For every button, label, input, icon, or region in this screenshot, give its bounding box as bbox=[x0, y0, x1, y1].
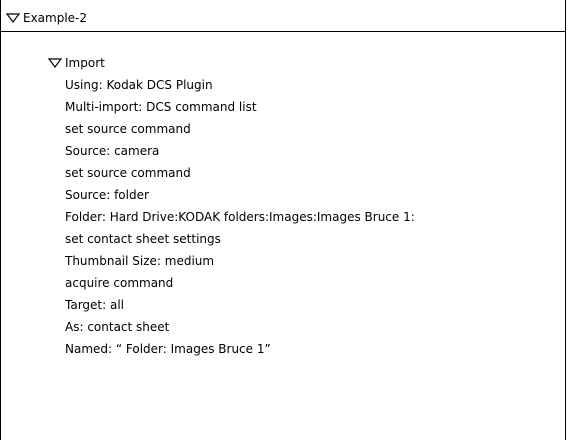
step-label: acquire command bbox=[65, 276, 174, 290]
action-row[interactable]: Import bbox=[1, 52, 565, 74]
action-label: Import bbox=[65, 56, 105, 70]
action-step[interactable]: Source: folder bbox=[1, 184, 565, 206]
step-label: Thumbnail Size: medium bbox=[65, 254, 215, 268]
step-label: Folder: Hard Drive:KODAK folders:Images:… bbox=[65, 210, 415, 224]
step-label: set source command bbox=[65, 166, 191, 180]
step-label: Target: all bbox=[65, 298, 125, 312]
action-step[interactable]: Folder: Hard Drive:KODAK folders:Images:… bbox=[1, 206, 565, 228]
action-step[interactable]: Target: all bbox=[1, 294, 565, 316]
action-step[interactable]: set source command bbox=[1, 118, 565, 140]
action-step[interactable]: set contact sheet settings bbox=[1, 228, 565, 250]
step-label: set contact sheet settings bbox=[65, 232, 221, 246]
disclosure-triangle-icon[interactable] bbox=[48, 58, 62, 68]
action-set-label: Example-2 bbox=[23, 11, 88, 25]
action-step[interactable]: set source command bbox=[1, 162, 565, 184]
action-step[interactable]: acquire command bbox=[1, 272, 565, 294]
step-label: Named: “ Folder: Images Bruce 1” bbox=[65, 342, 271, 356]
action-step[interactable]: Multi-import: DCS command list bbox=[1, 96, 565, 118]
step-label: Source: folder bbox=[65, 188, 149, 202]
actions-panel: Example-2 Import Using: Kodak DCS Plugin… bbox=[0, 0, 566, 440]
step-label: set source command bbox=[65, 122, 191, 136]
action-step[interactable]: As: contact sheet bbox=[1, 316, 565, 338]
action-set-row[interactable]: Example-2 bbox=[1, 7, 565, 32]
step-label: As: contact sheet bbox=[65, 320, 170, 334]
action-step[interactable]: Named: “ Folder: Images Bruce 1” bbox=[1, 338, 565, 360]
step-label: Multi-import: DCS command list bbox=[65, 100, 257, 114]
step-label: Using: Kodak DCS Plugin bbox=[65, 78, 213, 92]
action-step[interactable]: Using: Kodak DCS Plugin bbox=[1, 74, 565, 96]
action-step[interactable]: Thumbnail Size: medium bbox=[1, 250, 565, 272]
step-label: Source: camera bbox=[65, 144, 160, 158]
action-step[interactable]: Source: camera bbox=[1, 140, 565, 162]
disclosure-triangle-icon[interactable] bbox=[6, 13, 20, 23]
